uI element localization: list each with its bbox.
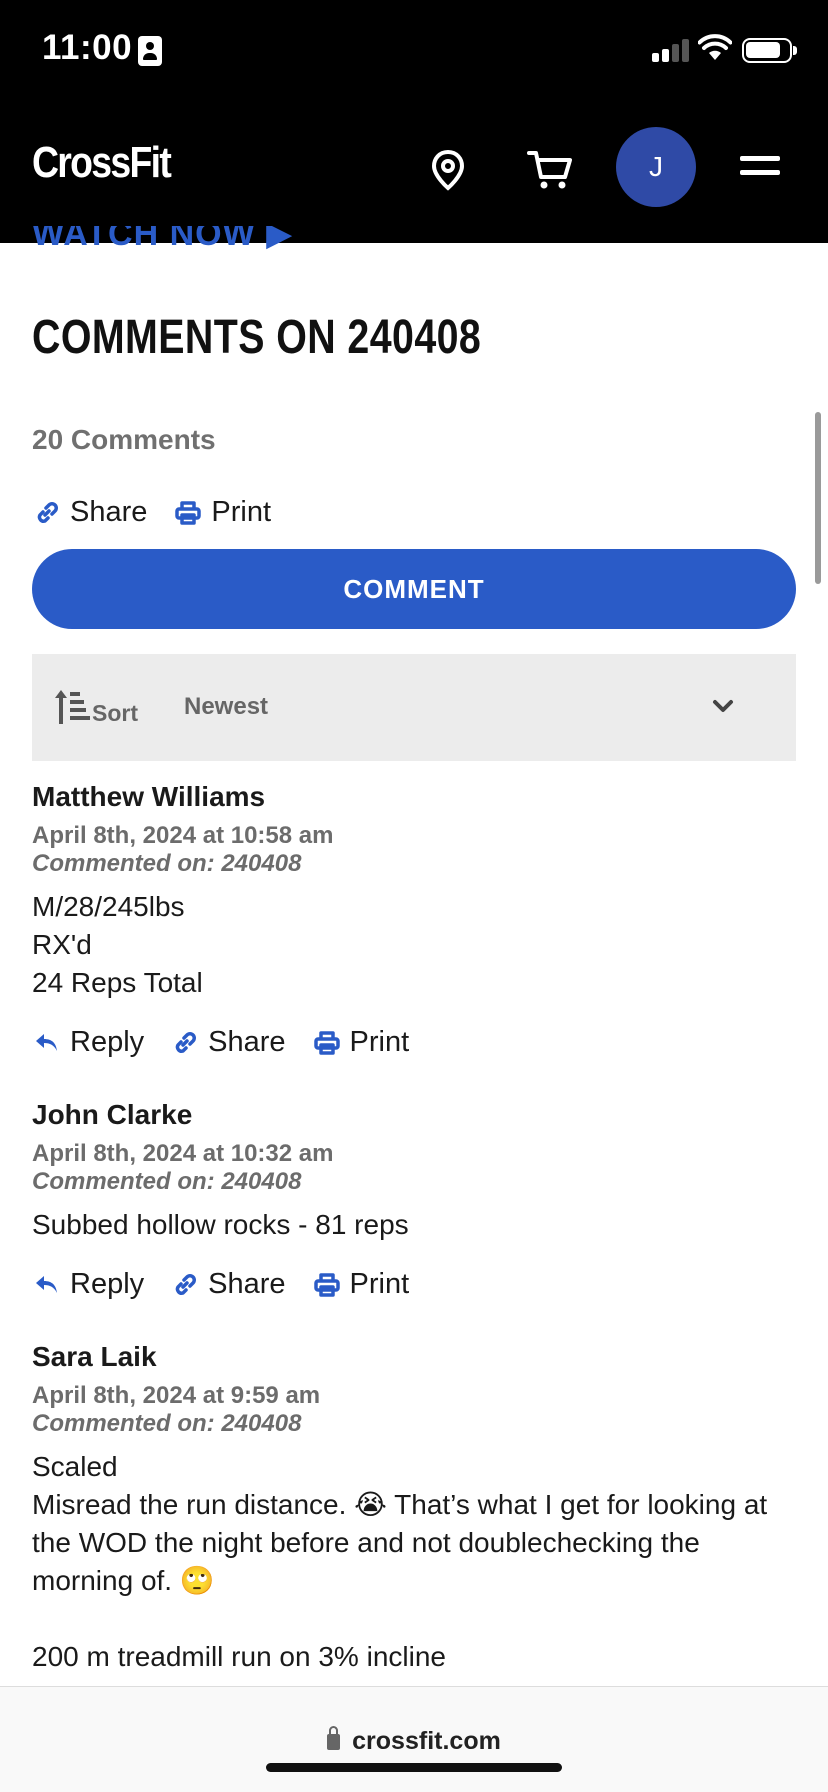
wifi-icon	[698, 34, 732, 60]
share-button[interactable]: Share	[32, 496, 147, 529]
print-button[interactable]: Print	[312, 1026, 410, 1059]
comment-body: M/28/245lbs RX'd 24 Reps Total	[32, 888, 802, 1002]
status-time: 11:00	[42, 28, 133, 67]
comment-line: 24 Reps Total	[32, 967, 203, 998]
sort-icon	[55, 690, 90, 724]
page-scrollbar[interactable]	[815, 412, 821, 584]
comment-date: April 8th, 2024 at 10:32 am	[32, 1140, 334, 1167]
comment-line	[32, 1600, 802, 1638]
chevron-down-icon	[713, 700, 733, 712]
comment-date: April 8th, 2024 at 9:59 am	[32, 1382, 321, 1409]
page-title: COMMENTS ON 240408	[32, 311, 482, 364]
location-pin-icon[interactable]	[418, 140, 478, 200]
menu-icon[interactable]	[740, 152, 782, 182]
reply-icon	[32, 1270, 62, 1300]
reply-icon	[32, 1028, 62, 1058]
link-icon	[32, 498, 62, 528]
share-button[interactable]: Share	[170, 1268, 286, 1301]
comment-author[interactable]: Matthew Williams	[32, 780, 802, 814]
status-bar: 11:00	[0, 0, 828, 100]
id-card-icon	[138, 36, 162, 66]
comment-line: 200 m treadmill run on 3% incline	[32, 1641, 446, 1672]
comment-line: Misread the run distance. 😭 That’s what …	[32, 1489, 768, 1596]
comment-button[interactable]: COMMENT	[32, 549, 796, 629]
cellular-signal-icon	[652, 38, 690, 62]
lock-icon	[327, 1726, 341, 1750]
printer-icon	[173, 498, 203, 528]
comments-count: 20 Comments	[32, 424, 216, 455]
comment-commented-on: Commented on: 240408	[32, 1410, 302, 1437]
battery-icon	[742, 38, 797, 63]
reply-label: Reply	[70, 1268, 145, 1300]
print-button[interactable]: Print	[173, 496, 271, 529]
comment-date: April 8th, 2024 at 10:58 am	[32, 822, 334, 849]
home-indicator[interactable]	[266, 1763, 562, 1772]
printer-icon	[312, 1028, 342, 1058]
print-label: Print	[349, 1268, 410, 1300]
link-icon	[170, 1028, 200, 1058]
reply-button[interactable]: Reply	[32, 1268, 144, 1301]
share-label: Share	[208, 1026, 286, 1058]
watch-now-link[interactable]: WATCH NOW ▶	[32, 226, 293, 256]
link-icon	[170, 1270, 200, 1300]
share-label: Share	[70, 496, 148, 528]
sort-label: Sort	[92, 700, 138, 726]
comment-item: Sara Laik April 8th, 2024 at 9:59 am Com…	[32, 1340, 802, 1676]
comment-line: M/28/245lbs	[32, 891, 185, 922]
comment-author[interactable]: John Clarke	[32, 1098, 802, 1132]
comment-body: Subbed hollow rocks - 81 reps	[32, 1206, 802, 1244]
comment-commented-on: Commented on: 240408	[32, 1168, 302, 1195]
reply-button[interactable]: Reply	[32, 1026, 144, 1059]
comment-actions: Reply Share Print	[32, 1026, 435, 1059]
comment-line: RX'd	[32, 929, 92, 960]
site-header: CrossFit J	[0, 100, 828, 243]
print-label: Print	[349, 1026, 410, 1058]
url-display[interactable]: crossfit.com	[0, 1726, 828, 1756]
comment-actions: Reply Share Print	[32, 1268, 435, 1301]
crossfit-logo[interactable]: CrossFit	[32, 138, 172, 188]
comment-line: Subbed hollow rocks - 81 reps	[32, 1209, 409, 1240]
cart-icon[interactable]	[520, 140, 580, 200]
comment-item: John Clarke April 8th, 2024 at 10:32 am …	[32, 1098, 802, 1244]
printer-icon	[312, 1270, 342, 1300]
sort-dropdown[interactable]: Sort Newest	[32, 654, 796, 761]
comment-item: Matthew Williams April 8th, 2024 at 10:5…	[32, 780, 802, 1002]
page-actions: Share Print	[32, 496, 297, 529]
sort-selected-value: Newest	[184, 693, 269, 720]
comment-body: Scaled Misread the run distance. 😭 That’…	[32, 1448, 802, 1676]
user-avatar[interactable]: J	[616, 127, 696, 207]
reply-label: Reply	[70, 1026, 145, 1058]
comment-line: Scaled	[32, 1451, 118, 1482]
print-label: Print	[211, 496, 272, 528]
print-button[interactable]: Print	[312, 1268, 410, 1301]
comment-commented-on: Commented on: 240408	[32, 850, 302, 877]
comment-author[interactable]: Sara Laik	[32, 1340, 802, 1374]
share-button[interactable]: Share	[170, 1026, 286, 1059]
share-label: Share	[208, 1268, 286, 1300]
browser-address-bar[interactable]: crossfit.com	[0, 1686, 828, 1792]
url-text: crossfit.com	[352, 1727, 501, 1755]
